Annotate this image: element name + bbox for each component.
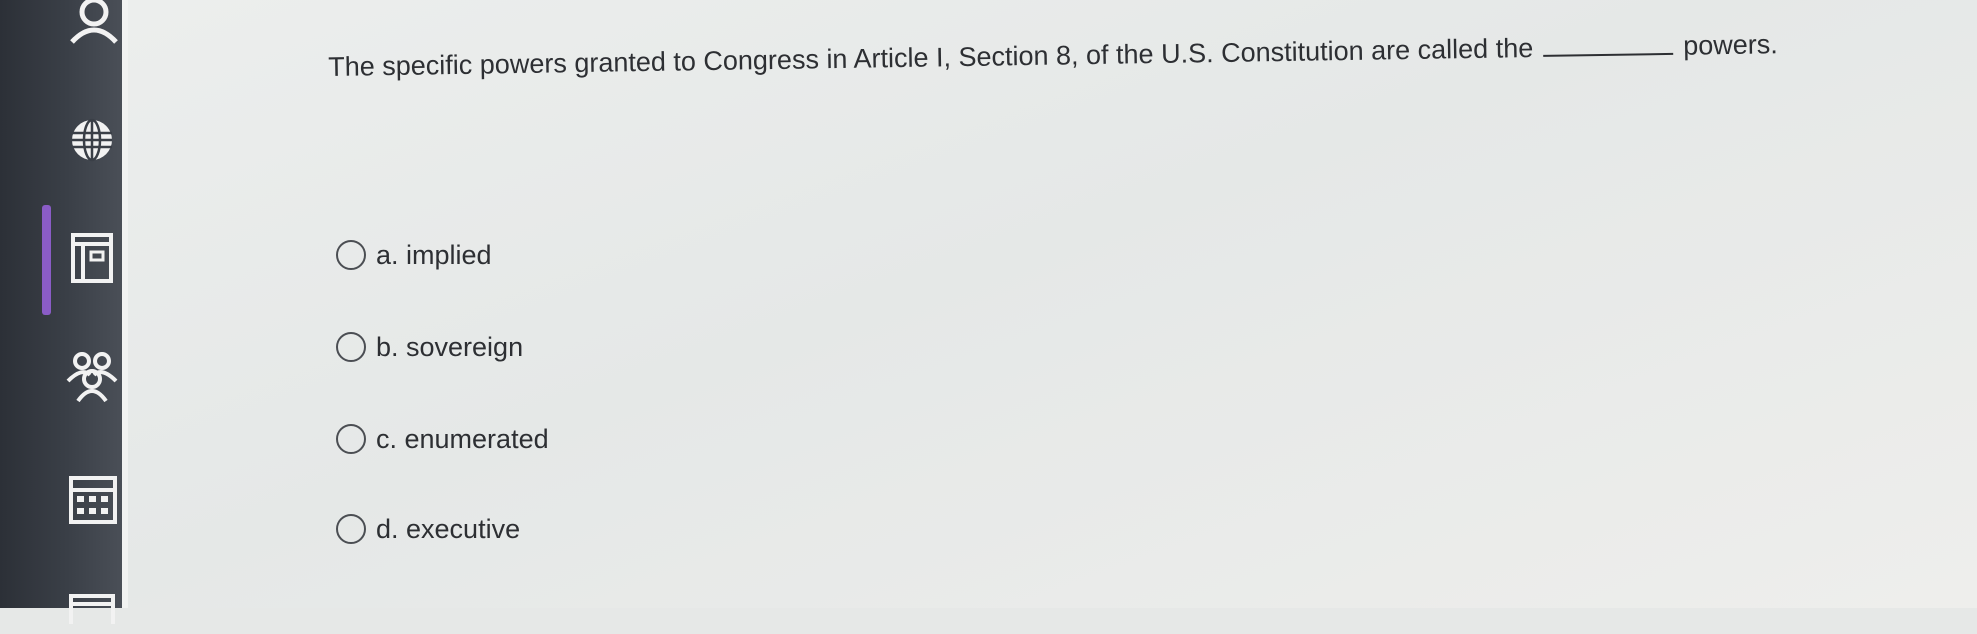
radio-button-b[interactable] — [336, 332, 366, 362]
option-b[interactable]: b. sovereign — [336, 327, 523, 367]
radio-button-c[interactable] — [336, 424, 366, 454]
courses-icon[interactable] — [62, 228, 122, 288]
option-label: c. enumerated — [376, 423, 549, 454]
globe-icon[interactable] — [62, 110, 122, 170]
profile-icon[interactable] — [62, 0, 122, 52]
radio-button-a[interactable] — [336, 240, 366, 270]
global-nav-sidebar — [0, 0, 122, 624]
calendar-icon[interactable] — [62, 468, 122, 528]
question-text: The specific powers granted to Congress … — [328, 27, 1929, 112]
option-c[interactable]: c. enumerated — [336, 419, 549, 459]
option-a[interactable]: a. implied — [336, 235, 492, 275]
radio-button-d[interactable] — [336, 514, 366, 544]
answer-blank — [1542, 30, 1674, 57]
groups-icon[interactable] — [62, 345, 122, 405]
question-suffix: powers. — [1682, 29, 1778, 61]
option-d[interactable]: d. executive — [336, 509, 520, 549]
option-label: d. executive — [376, 513, 521, 544]
active-nav-indicator — [42, 205, 51, 315]
option-label: a. implied — [376, 239, 492, 270]
option-label: b. sovereign — [376, 331, 524, 362]
quiz-content-area: The specific powers granted to Congress … — [122, 0, 1977, 608]
inbox-icon[interactable] — [62, 574, 122, 634]
question-prefix: The specific powers granted to Congress … — [328, 33, 1534, 82]
